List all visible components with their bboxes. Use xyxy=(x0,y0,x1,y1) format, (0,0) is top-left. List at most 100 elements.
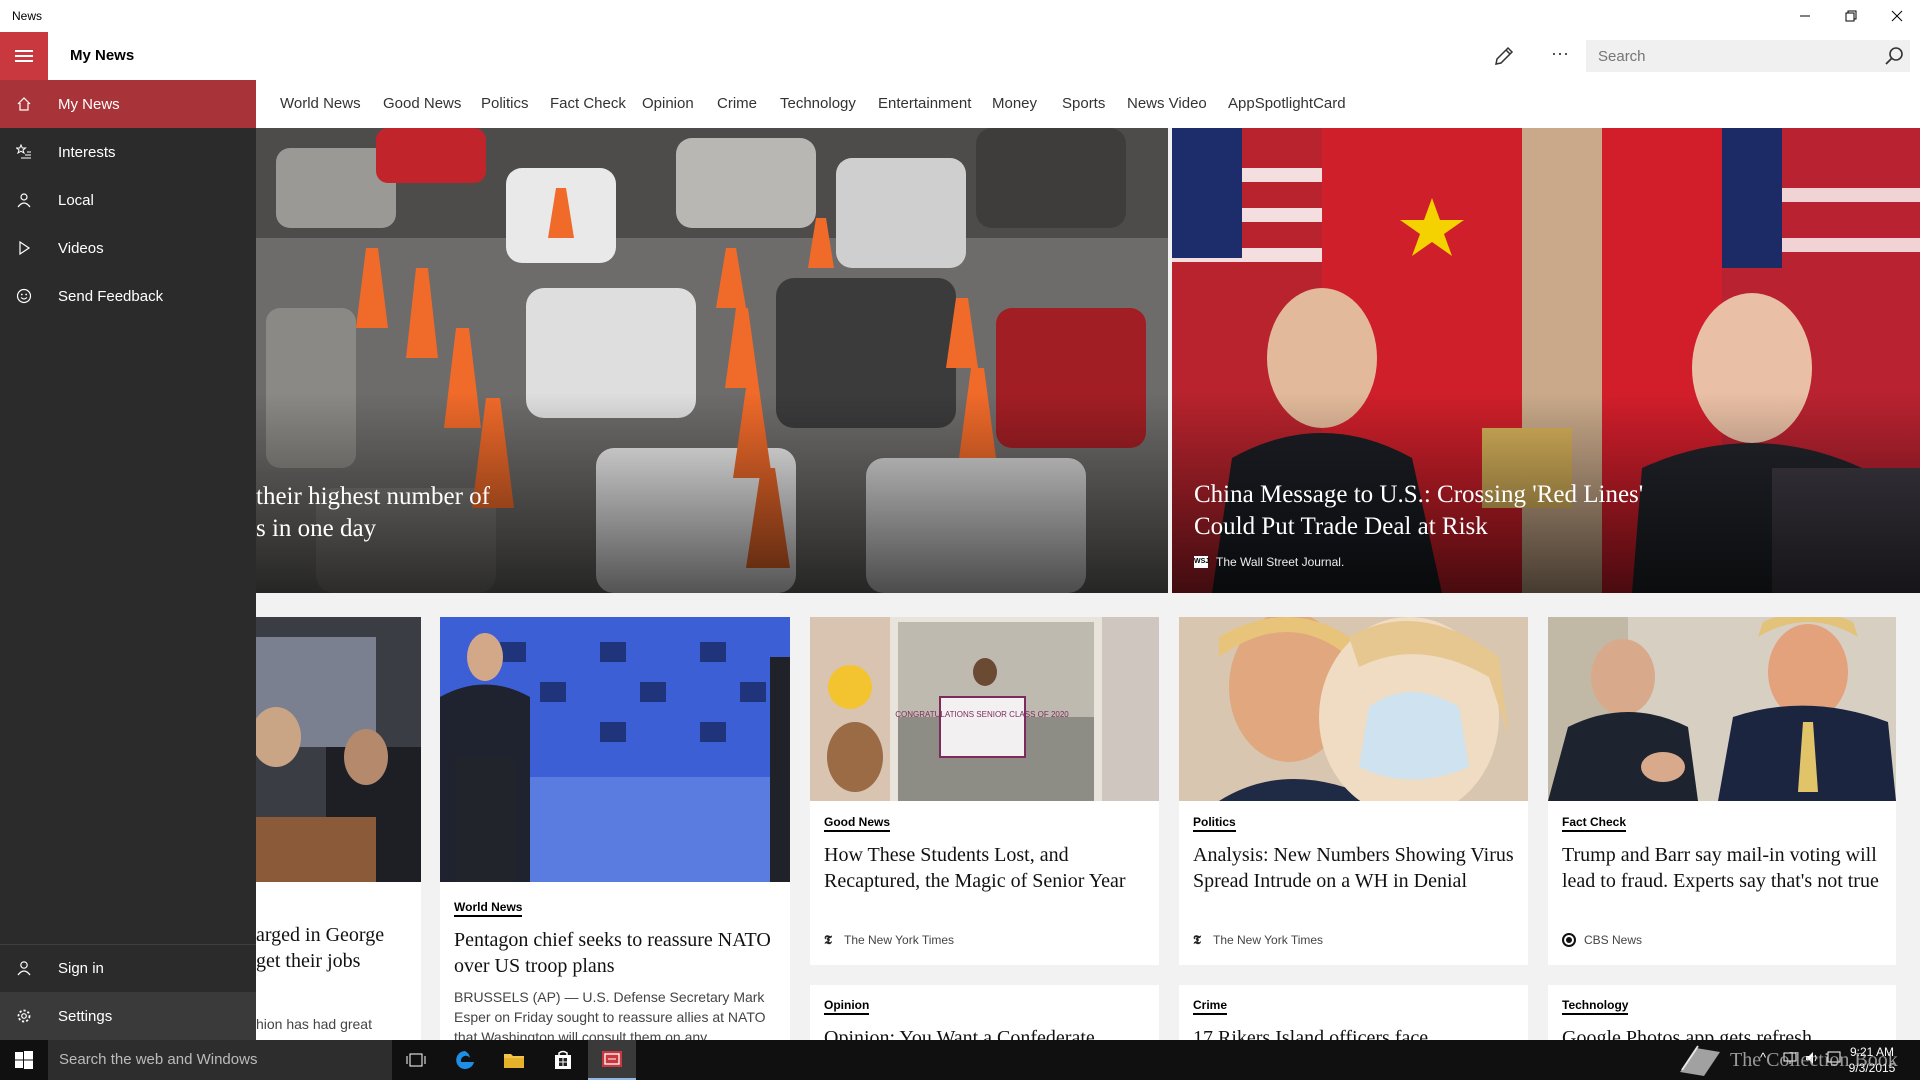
sidebar-item-label: Sign in xyxy=(58,959,104,977)
news-card[interactable]: Technology Google Photos app gets refres… xyxy=(1548,985,1896,1040)
search-input[interactable] xyxy=(1586,40,1866,72)
windows-logo-icon xyxy=(15,1051,33,1069)
news-app-taskbar-button[interactable] xyxy=(588,1040,636,1080)
card-category: Opinion xyxy=(824,998,870,1015)
hero-story-left[interactable]: their highest number of s in one day xyxy=(256,128,1168,593)
news-card[interactable]: CONGRATULATIONS SENIOR CLASS OF 2020 Goo… xyxy=(810,617,1159,965)
nyt-logo: 𝕿 xyxy=(824,932,832,947)
card-category: Technology xyxy=(1562,998,1629,1015)
sidebar-item-sign-in[interactable]: Sign in xyxy=(0,944,256,992)
store-button[interactable] xyxy=(539,1040,587,1080)
hero-right-headline: China Message to U.S.: Crossing 'Red Lin… xyxy=(1194,481,1644,540)
sidebar-item-settings[interactable]: Settings xyxy=(0,992,256,1040)
taskbar: Search the web and Windows ^ 9:21 AM 9/3… xyxy=(0,1040,1920,1080)
search-icon[interactable] xyxy=(1884,46,1904,66)
card-headline: Pentagon chief seeks to reassure NATO ov… xyxy=(454,929,771,977)
category-politics[interactable]: Politics xyxy=(481,95,529,112)
file-explorer-button[interactable] xyxy=(490,1040,538,1080)
more-options-button[interactable]: ··· xyxy=(1546,42,1574,70)
star-list-icon xyxy=(0,128,48,176)
watermark: The Collection Book xyxy=(1672,1040,1902,1080)
cbs-logo xyxy=(1562,933,1576,947)
card-headline: Trump and Barr say mail-in voting will l… xyxy=(1562,844,1879,892)
hero-left-headline: their highest number of s in one day xyxy=(256,483,490,542)
card-source: CBS News xyxy=(1562,933,1642,947)
hero-right-source: WSJ The Wall Street Journal. xyxy=(1194,555,1345,569)
hero-story-right[interactable]: China Message to U.S.: Crossing 'Red Lin… xyxy=(1172,128,1920,593)
card-body: BRUSSELS (AP) — U.S. Defense Secretary M… xyxy=(454,989,766,1040)
hamburger-button[interactable] xyxy=(0,32,48,80)
card-headline: Opinion: You Want a Confederate xyxy=(824,1027,1095,1040)
sidebar-item-label: Interests xyxy=(58,143,116,161)
card-category: Fact Check xyxy=(1562,815,1627,832)
sidebar-item-label: Local xyxy=(58,191,94,209)
edge-button[interactable] xyxy=(441,1040,489,1080)
watermark-book-icon xyxy=(1680,1045,1720,1076)
wsj-logo: WSJ xyxy=(1194,556,1209,568)
sidebar-item-send-feedback[interactable]: Send Feedback xyxy=(0,272,256,320)
news-card[interactable]: World News Pentagon chief seeks to reass… xyxy=(440,617,790,1040)
card-headline: arged in George get their jobs xyxy=(256,924,385,972)
person-pin-icon xyxy=(0,176,48,224)
sidebar-item-local[interactable]: Local xyxy=(0,176,256,224)
sidebar-item-label: My News xyxy=(58,95,120,113)
category-entertainment[interactable]: Entertainment xyxy=(878,95,971,112)
category-sports[interactable]: Sports xyxy=(1062,95,1105,112)
play-icon xyxy=(0,224,48,272)
page-title: My News xyxy=(70,47,135,64)
sidebar-item-videos[interactable]: Videos xyxy=(0,224,256,272)
sidebar-item-my-news[interactable]: My News xyxy=(0,80,256,128)
news-card[interactable]: Fact Check Trump and Barr say mail-in vo… xyxy=(1548,617,1896,965)
category-crime[interactable]: Crime xyxy=(717,95,757,112)
task-view-button[interactable] xyxy=(392,1040,440,1080)
card-source: 𝕿 The New York Times xyxy=(1193,932,1324,948)
card-source: 𝕿 The New York Times xyxy=(824,932,955,948)
close-button[interactable] xyxy=(1874,0,1920,32)
category-opinion[interactable]: Opinion xyxy=(642,95,694,112)
category-good-news[interactable]: Good News xyxy=(383,95,461,112)
category-app-spotlight[interactable]: AppSpotlightCard xyxy=(1228,95,1346,112)
card-image xyxy=(1548,617,1896,801)
sidebar-item-label: Videos xyxy=(58,239,104,257)
window-title: News xyxy=(12,9,43,23)
card-headline: Analysis: New Numbers Showing Virus Spre… xyxy=(1193,844,1514,892)
minimize-button[interactable] xyxy=(1782,0,1828,32)
news-card[interactable]: arged in George get their jobs hion has … xyxy=(256,617,421,1040)
category-world-news[interactable]: World News xyxy=(280,95,361,112)
card-headline: How These Students Lost, and Recaptured,… xyxy=(824,844,1126,892)
restore-button[interactable] xyxy=(1828,0,1874,32)
category-technology[interactable]: Technology xyxy=(780,95,856,112)
folder-icon xyxy=(504,1054,524,1068)
person-icon xyxy=(0,944,48,992)
sidebar-item-label: Send Feedback xyxy=(58,287,164,305)
card-body: hion has had great xyxy=(256,1016,372,1032)
taskbar-search-box[interactable]: Search the web and Windows xyxy=(48,1040,392,1080)
edge-icon xyxy=(456,1051,474,1069)
pencil-icon xyxy=(1495,46,1514,65)
card-image xyxy=(256,617,421,882)
nyt-logo: 𝕿 xyxy=(1193,932,1201,947)
start-button[interactable] xyxy=(0,1040,48,1080)
card-category: Crime xyxy=(1193,998,1228,1015)
smiley-icon xyxy=(0,272,48,320)
sidebar-item-interests[interactable]: Interests xyxy=(0,128,256,176)
nav-pane: My News Interests Local Videos Send Feed… xyxy=(0,80,256,1040)
card-category: Politics xyxy=(1193,815,1236,832)
category-fact-check[interactable]: Fact Check xyxy=(550,95,626,112)
category-bar: World News Good News Politics Fact Check… xyxy=(256,80,1920,128)
home-icon xyxy=(0,80,48,128)
card-category: World News xyxy=(454,900,523,917)
category-money[interactable]: Money xyxy=(992,95,1037,112)
gear-icon xyxy=(0,992,48,1040)
edit-button[interactable] xyxy=(1490,42,1518,70)
category-news-video[interactable]: News Video xyxy=(1127,95,1207,112)
card-category: Good News xyxy=(824,815,891,832)
news-card[interactable]: Opinion Opinion: You Want a Confederate xyxy=(810,985,1159,1040)
sign-text: CONGRATULATIONS SENIOR CLASS OF 2020 xyxy=(895,710,1069,719)
minimize-icon xyxy=(1800,15,1810,17)
news-card[interactable]: Politics Analysis: New Numbers Showing V… xyxy=(1179,617,1528,965)
search-box[interactable] xyxy=(1586,40,1910,72)
news-app-icon xyxy=(602,1051,622,1067)
news-card[interactable]: Crime 17 Rikers Island officers face xyxy=(1179,985,1528,1040)
sidebar-item-label: Settings xyxy=(58,1007,113,1025)
